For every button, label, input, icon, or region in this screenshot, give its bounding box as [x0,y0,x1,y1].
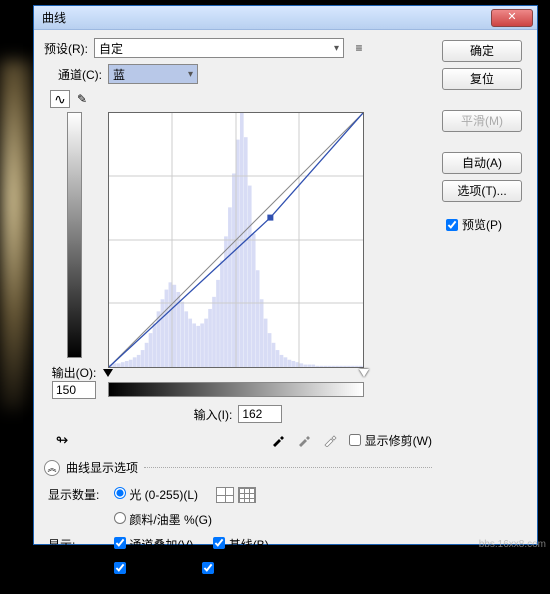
curve-tool-icon[interactable]: ∿ [50,90,70,108]
watermark: bbs.16xx8.com [479,539,546,550]
preview-checkbox[interactable]: 预览(P) [446,216,527,233]
preset-select[interactable]: 自定 [94,38,344,58]
output-ramp [67,112,82,358]
output-field[interactable] [52,381,96,399]
coarse-grid-icon[interactable] [216,487,234,503]
channel-overlay-checkbox[interactable]: 通道叠加(V) [114,536,193,553]
pencil-tool-icon[interactable]: ✎ [72,90,92,108]
white-point-handle[interactable] [359,369,369,377]
histogram-checkbox[interactable]: 直方图(H) [114,561,182,578]
black-point-handle[interactable] [103,369,113,377]
ok-button[interactable]: 确定 [442,40,522,62]
gray-eyedropper-icon[interactable] [295,431,313,449]
black-eyedropper-icon[interactable] [269,431,287,449]
amount-label: 显示数量: [48,486,108,503]
channel-select[interactable]: 蓝 [108,64,198,84]
input-label: 输入(I): [194,406,233,423]
channel-label: 通道(C): [58,66,102,83]
scrubby-icon[interactable]: ↬ [50,431,74,449]
dialog-title: 曲线 [38,9,491,26]
input-slider[interactable] [108,369,364,379]
close-button[interactable]: ✕ [491,9,533,27]
expander-toggle[interactable]: ︽ [44,460,60,476]
curve-point[interactable] [267,215,273,221]
show-clip-checkbox[interactable]: 显示修剪(W) [349,432,432,449]
light-radio[interactable]: 光 (0-255)(L) [114,486,198,503]
smooth-button[interactable]: 平滑(M) [442,110,522,132]
reset-button[interactable]: 复位 [442,68,522,90]
fine-grid-icon[interactable] [238,487,256,503]
output-label: 输出(O): [52,364,97,381]
input-ramp [108,382,364,397]
options-button[interactable]: 选项(T)... [442,180,522,202]
preset-label: 预设(R): [44,40,88,57]
preset-menu-icon[interactable]: ≡ [350,41,368,55]
curves-dialog: 曲线 ✕ 预设(R): 自定 ≡ 通道(C): 蓝 ∿ ✎ 输出(O): [33,5,538,545]
auto-button[interactable]: 自动(A) [442,152,522,174]
intersection-checkbox[interactable]: 交叉线(N) [202,561,270,578]
baseline-checkbox[interactable]: 基线(B) [213,536,268,553]
white-eyedropper-icon[interactable] [321,431,339,449]
show-label: 显示: [48,536,108,553]
input-field[interactable] [238,405,282,423]
pigment-radio[interactable]: 颜料/油墨 %(G) [114,511,212,528]
curves-graph[interactable] [108,112,364,368]
expander-label: 曲线显示选项 [66,459,138,476]
divider [144,467,432,468]
titlebar[interactable]: 曲线 ✕ [34,6,537,30]
